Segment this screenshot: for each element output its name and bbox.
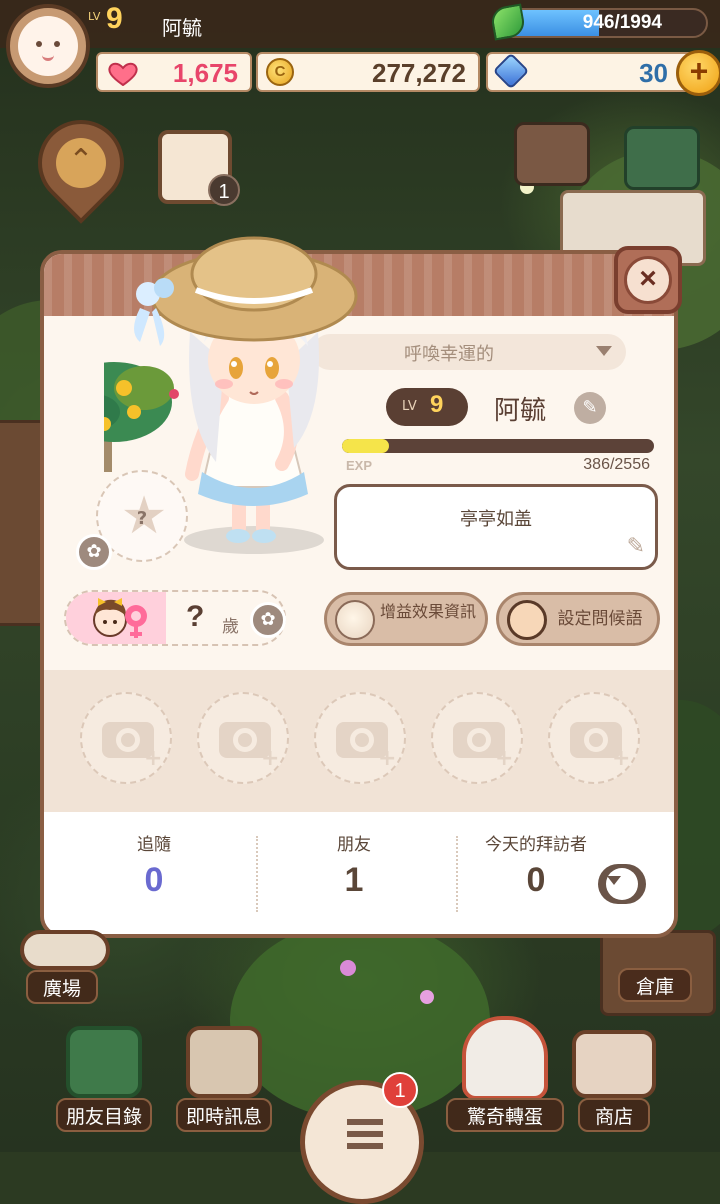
player-avatar[interactable] [6, 4, 90, 88]
gems-counter[interactable]: 30 [486, 52, 696, 92]
decor-box-icon[interactable] [624, 126, 700, 190]
buff-icon [335, 600, 375, 640]
nav-messages[interactable]: 即時訊息 [176, 1098, 272, 1132]
level-label: LV [88, 10, 101, 23]
menu-notification-badge: 1 [382, 1072, 418, 1108]
flower [420, 990, 434, 1004]
chevron-up-icon: ⌃ [56, 138, 106, 188]
profile-level-value: 9 [430, 391, 444, 418]
photo-slot[interactable]: + [431, 692, 523, 784]
age-value: ? [186, 600, 205, 633]
hearts-counter[interactable]: 1,675 [96, 52, 252, 92]
close-icon: × [624, 256, 672, 304]
female-avatar-icon [93, 598, 147, 638]
age-settings-button[interactable]: ✿ [250, 602, 286, 638]
greeting-face-icon [507, 600, 547, 640]
avatar-face-icon [18, 16, 78, 76]
friends-label: 朋友 [337, 835, 371, 855]
coins-counter[interactable]: C 277,272 [256, 52, 480, 92]
energy-value: 946/1994 [582, 12, 662, 33]
chevron-down-icon [596, 346, 612, 356]
plaza-icon[interactable] [20, 930, 110, 970]
friends-count: 1 [344, 861, 364, 899]
status-message: 亭亭如盖 [460, 509, 532, 530]
messages-icon[interactable] [186, 1026, 262, 1098]
buff-info-button[interactable]: 增益效果資訊 [324, 592, 488, 646]
photo-slot[interactable]: + [548, 692, 640, 784]
edit-name-button[interactable]: ✎ [574, 392, 606, 424]
gem-icon [492, 52, 530, 90]
heart-icon [108, 62, 138, 86]
set-greeting-label: 設定問候語 [557, 609, 643, 629]
gems-value: 30 [639, 58, 668, 88]
nav-gacha[interactable]: 驚奇轉蛋 [446, 1098, 564, 1132]
status-message-box[interactable]: 亭亭如盖 ✎ [334, 484, 658, 570]
exp-bar [342, 439, 654, 453]
profile-name: 阿毓 [494, 396, 547, 426]
coins-value: 277,272 [372, 58, 466, 88]
nav-shop[interactable]: 商店 [578, 1098, 650, 1132]
set-greeting-button[interactable]: 設定問候語 [496, 592, 660, 646]
buff-info-label: 增益效果資訊 [379, 602, 476, 621]
chevron-down-icon [607, 876, 621, 885]
exp-value: 386/2556 [583, 456, 650, 473]
nav-plaza[interactable]: 廣場 [26, 970, 98, 1004]
photo-slot[interactable]: + [80, 692, 172, 784]
visitors-dropdown-button[interactable] [598, 864, 646, 904]
player-level: 9 [106, 2, 123, 35]
player-name: 阿毓 [162, 16, 202, 40]
coin-icon: C [266, 58, 294, 86]
add-gems-button[interactable]: + [676, 50, 720, 96]
calendar-badge: 1 [208, 174, 240, 206]
visitors-label: 今天的拜訪者 [485, 835, 587, 855]
flower [340, 960, 356, 976]
shop-icon[interactable] [572, 1030, 656, 1098]
followers-stat[interactable]: 追隨 0 [54, 830, 254, 900]
gacha-machine-icon[interactable] [462, 1016, 548, 1100]
photo-slot[interactable]: + [197, 692, 289, 784]
storage-box-icon[interactable] [514, 122, 590, 186]
profile-level-label: LV [402, 399, 417, 414]
nav-warehouse[interactable]: 倉庫 [618, 968, 692, 1002]
energy-bar: 946/1994 [500, 8, 708, 38]
friends-book-icon[interactable] [66, 1026, 142, 1098]
friends-stat[interactable]: 朋友 1 [254, 830, 454, 900]
plant-decoration [104, 362, 174, 472]
pencil-icon: ✎ [582, 397, 598, 418]
character-avatar [104, 236, 358, 554]
profile-level-badge: LV 9 [386, 388, 468, 426]
followers-count: 0 [144, 861, 164, 899]
gear-icon: ✿ [260, 609, 276, 630]
age-unit: 歲 [222, 617, 239, 637]
menu-icon [347, 1119, 383, 1149]
gear-icon: ✿ [86, 541, 102, 562]
nav-friends-list[interactable]: 朋友目錄 [56, 1098, 152, 1132]
hearts-value: 1,675 [172, 58, 238, 88]
followers-label: 追隨 [137, 835, 171, 855]
close-button[interactable]: × [614, 246, 682, 314]
photo-slot[interactable]: + [314, 692, 406, 784]
pencil-icon: ✎ [626, 534, 645, 559]
